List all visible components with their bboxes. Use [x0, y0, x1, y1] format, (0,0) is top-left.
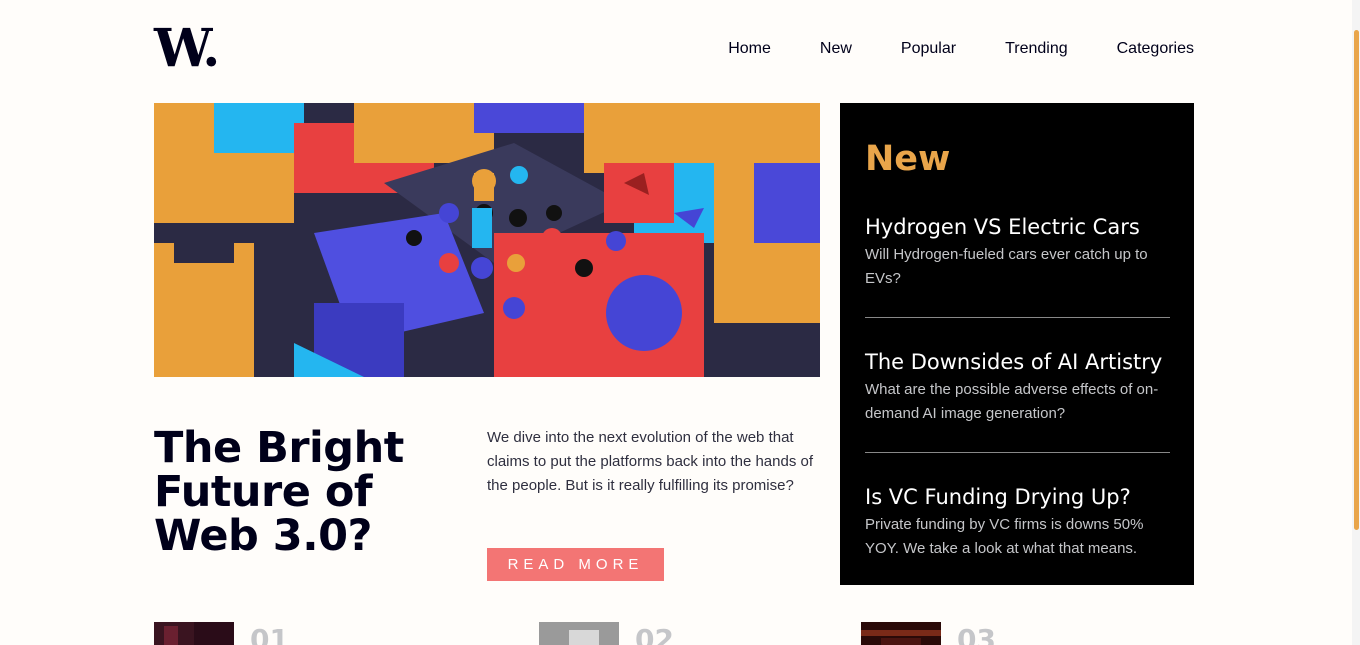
article-lede: We dive into the next evolution of the w… [487, 429, 814, 494]
article-thumbnail[interactable] [539, 622, 619, 645]
nav-popular[interactable]: Popular [901, 40, 956, 58]
hero-image [154, 103, 820, 377]
new-article-desc: Will Hydrogen-fueled cars ever catch up … [865, 246, 1148, 287]
new-panel-title: New [865, 139, 951, 179]
article-thumbnail[interactable] [154, 622, 234, 645]
article-number: 03 [957, 623, 996, 645]
new-article-title[interactable]: Is VC Funding Drying Up? [865, 483, 1170, 511]
article-number: 02 [635, 623, 674, 645]
nav-trending[interactable]: Trending [1005, 40, 1068, 58]
new-article-desc: Private funding by VC firms is downs 50%… [865, 516, 1144, 557]
new-article-title[interactable]: The Downsides of AI Artistry [865, 348, 1170, 376]
nav-new[interactable]: New [820, 40, 852, 58]
new-article-item[interactable]: The Downsides of AI Artistry What are th… [865, 348, 1170, 453]
scrollbar-thumb[interactable] [1354, 30, 1359, 530]
new-articles-panel: New Hydrogen VS Electric Cars Will Hydro… [840, 103, 1194, 585]
read-more-button[interactable]: READ MORE [487, 548, 664, 581]
new-article-item[interactable]: Is VC Funding Drying Up? Private funding… [865, 483, 1170, 561]
new-article-title[interactable]: Hydrogen VS Electric Cars [865, 213, 1170, 241]
nav-home[interactable]: Home [728, 40, 771, 58]
nav-categories[interactable]: Categories [1117, 40, 1194, 58]
article-headline[interactable]: The Bright Future of Web 3.0? [154, 426, 464, 558]
article-thumbnail[interactable] [861, 622, 941, 645]
new-article-desc: What are the possible adverse effects of… [865, 381, 1159, 422]
scrollbar-track[interactable] [1352, 0, 1360, 645]
new-article-item[interactable]: Hydrogen VS Electric Cars Will Hydrogen-… [865, 213, 1170, 318]
site-logo[interactable]: W. [154, 23, 220, 75]
article-number: 01 [250, 623, 289, 645]
main-nav: Home New Popular Trending Categories [728, 40, 1194, 58]
site-header: W. Home New Popular Trending Categories [154, 23, 1194, 80]
